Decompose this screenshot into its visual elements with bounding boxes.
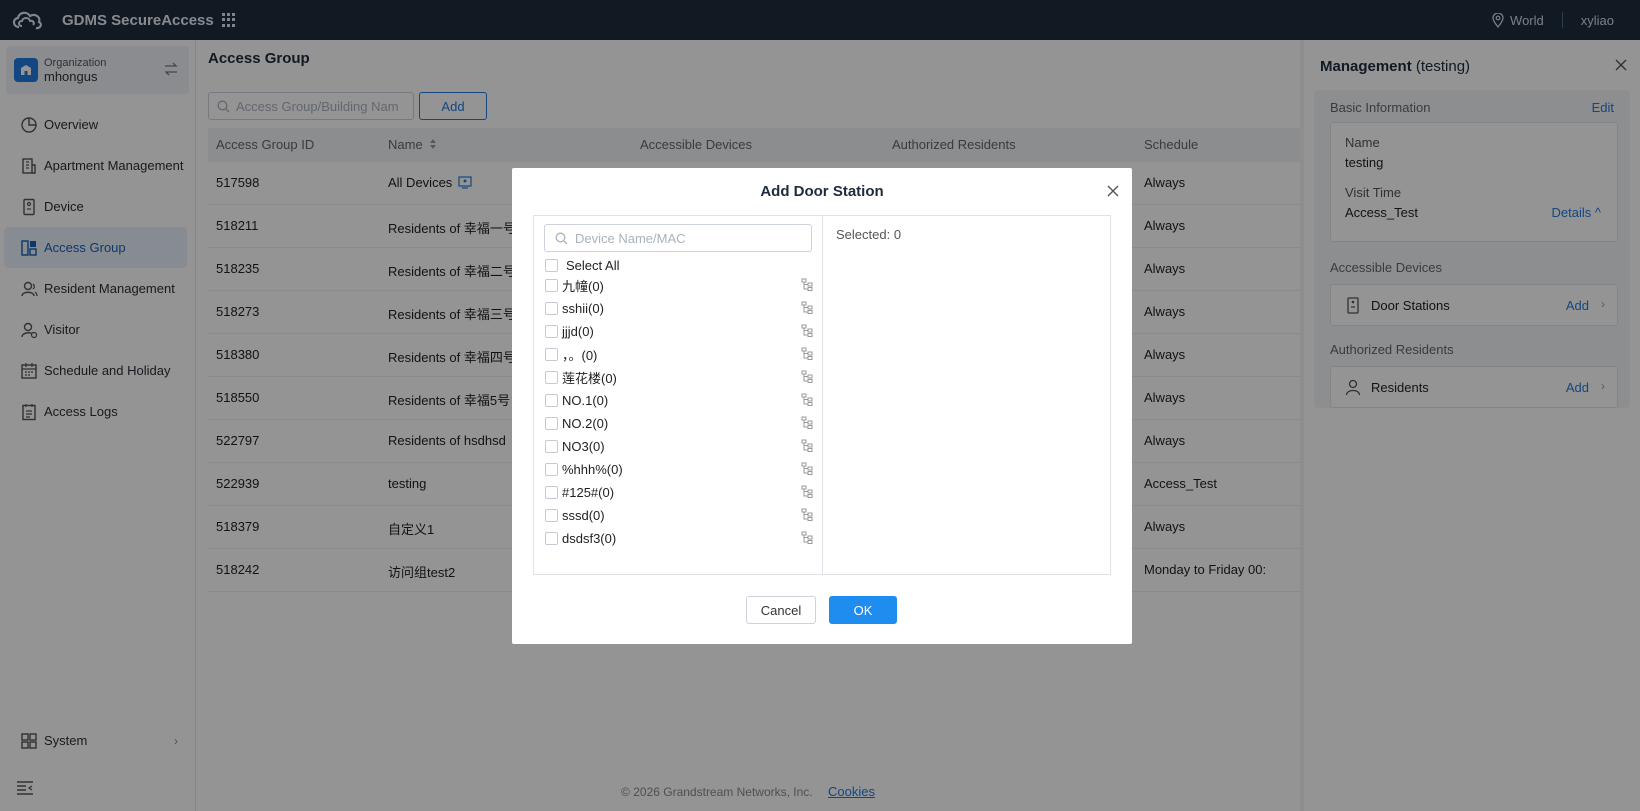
checkbox[interactable] — [545, 393, 558, 407]
selected-count: Selected: 0 — [836, 227, 902, 242]
list-item[interactable]: #125#(0) — [545, 483, 813, 501]
tree-expand-icon[interactable] — [801, 531, 813, 544]
list-item[interactable]: %hhh%(0) — [545, 460, 813, 478]
tree-expand-icon[interactable] — [801, 462, 813, 475]
device-group-label: 莲花楼(0) — [562, 370, 617, 386]
device-search-input[interactable]: Device Name/MAC — [544, 224, 812, 252]
device-group-label: 九幢(0) — [562, 278, 604, 294]
tree-expand-icon[interactable] — [801, 347, 813, 360]
list-item[interactable]: jjjd(0) — [545, 322, 813, 340]
device-group-label: sssd(0) — [562, 507, 605, 523]
list-item[interactable]: NO.2(0) — [545, 414, 813, 432]
select-all-checkbox[interactable]: Select All — [545, 258, 619, 273]
tree-expand-icon[interactable] — [801, 301, 813, 314]
checkbox[interactable] — [545, 370, 558, 384]
device-group-label: #125#(0) — [562, 484, 615, 500]
checkbox[interactable] — [545, 416, 558, 430]
tree-expand-icon[interactable] — [801, 324, 813, 337]
selected-devices-pane: Selected: 0 — [824, 216, 1110, 574]
cancel-button[interactable]: Cancel — [746, 596, 816, 624]
list-item[interactable]: dsdsf3(0) — [545, 529, 813, 547]
device-group-label: jjjd(0) — [562, 323, 594, 339]
device-group-label: NO.2(0) — [562, 415, 609, 431]
device-list: 九幢(0) sshii(0) jjjd(0) ，。(0) 莲花楼(0) NO.1… — [534, 276, 823, 572]
close-icon[interactable] — [1106, 184, 1120, 198]
ok-button[interactable]: OK — [829, 596, 897, 624]
tree-expand-icon[interactable] — [801, 278, 813, 291]
tree-expand-icon[interactable] — [801, 370, 813, 383]
checkbox[interactable] — [545, 485, 558, 499]
dialog-title: Add Door Station — [760, 183, 884, 200]
checkbox[interactable] — [545, 462, 558, 476]
device-group-label: ，。(0) — [562, 347, 598, 363]
list-item[interactable]: NO3(0) — [545, 437, 813, 455]
tree-expand-icon[interactable] — [801, 439, 813, 452]
device-group-label: NO3(0) — [562, 438, 605, 454]
list-item[interactable]: ，。(0) — [545, 345, 813, 363]
checkbox[interactable] — [545, 301, 558, 315]
checkbox[interactable] — [545, 508, 558, 522]
tree-expand-icon[interactable] — [801, 508, 813, 521]
list-item[interactable]: 莲花楼(0) — [545, 368, 813, 386]
tree-expand-icon[interactable] — [801, 416, 813, 429]
checkbox[interactable] — [545, 259, 558, 272]
device-group-label: sshii(0) — [562, 300, 604, 316]
device-group-label: NO.1(0) — [562, 392, 609, 408]
list-item[interactable]: 九幢(0) — [545, 276, 813, 294]
tree-expand-icon[interactable] — [801, 393, 813, 406]
available-devices-pane: Device Name/MAC Select All 九幢(0) sshii(0… — [534, 216, 823, 574]
checkbox[interactable] — [545, 531, 558, 545]
tree-expand-icon[interactable] — [801, 485, 813, 498]
device-transfer: Device Name/MAC Select All 九幢(0) sshii(0… — [533, 215, 1111, 575]
checkbox[interactable] — [545, 324, 558, 338]
device-group-label: dsdsf3(0) — [562, 530, 617, 546]
search-placeholder: Device Name/MAC — [575, 230, 686, 246]
select-all-label: Select All — [566, 258, 620, 273]
add-door-station-dialog: Add Door Station Device Name/MAC Select … — [512, 168, 1132, 644]
list-item[interactable]: NO.1(0) — [545, 391, 813, 409]
list-item[interactable]: sssd(0) — [545, 506, 813, 524]
device-group-label: %hhh%(0) — [562, 461, 623, 477]
search-icon — [555, 232, 568, 244]
list-item[interactable]: sshii(0) — [545, 299, 813, 317]
checkbox[interactable] — [545, 347, 558, 361]
checkbox[interactable] — [545, 278, 558, 292]
checkbox[interactable] — [545, 439, 558, 453]
